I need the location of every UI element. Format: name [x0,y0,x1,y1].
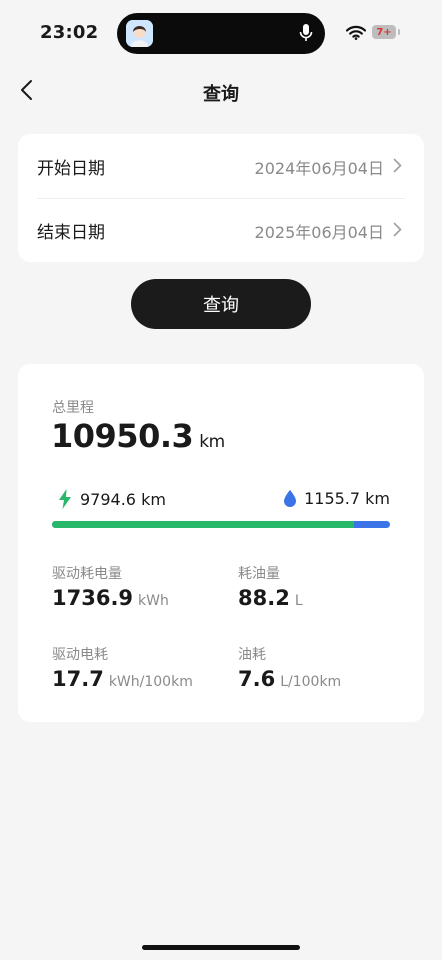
fuel-mileage: 1155.7 km [284,489,390,508]
end-date-value: 2025年06月04日 [254,223,384,242]
start-date-row[interactable]: 开始日期 2024年06月04日 [18,134,424,198]
query-button[interactable]: 查询 [131,279,311,329]
metric-value-line: 17.7 kWh/100km [52,667,193,691]
page-title: 查询 [203,84,239,105]
metric-label: 耗油量 [238,566,280,582]
fuel-drop-icon [284,490,297,507]
metric-unit: kWh [138,593,169,609]
mileage-stats-card: 总里程 10950.3 km 9794.6 km 1155.7 km 驱动耗电量 … [18,364,424,722]
metric-drive-energy: 驱动耗电量 1736.9 kWh [52,563,169,610]
total-mileage-number: 10950.3 [51,417,194,455]
metric-value: 88.2 [238,586,290,610]
battery-icon: 7+ [372,25,396,39]
metric-unit: kWh/100km [108,674,193,690]
date-range-card: 开始日期 2024年06月04日 结束日期 2025年06月04日 [18,134,424,262]
dynamic-island[interactable] [117,13,325,54]
metric-fuel-used: 耗油量 88.2 L [238,563,303,610]
total-mileage-label: 总里程 [52,400,94,416]
lightning-icon [59,489,71,509]
wifi-icon [345,25,367,44]
avatar-icon [126,20,153,47]
microphone-icon [299,23,313,47]
metric-energy-consumption: 驱动电耗 17.7 kWh/100km [52,644,193,691]
mileage-ratio-bar [52,521,390,528]
electric-ratio-fill [52,521,355,528]
metric-fuel-consumption: 油耗 7.6 L/100km [238,644,341,691]
home-indicator[interactable] [142,945,300,950]
total-mileage-value: 10950.3 km [51,417,225,455]
metric-value-line: 88.2 L [238,586,303,610]
metric-label: 油耗 [238,647,266,663]
metric-label: 驱动电耗 [52,647,108,663]
chevron-right-icon [393,158,402,177]
start-date-label: 开始日期 [37,159,105,179]
metric-label: 驱动耗电量 [52,566,122,582]
status-time: 23:02 [40,22,99,43]
metric-value: 1736.9 [52,586,134,610]
chevron-right-icon [393,222,402,241]
total-mileage-unit: km [199,432,225,452]
end-date-label: 结束日期 [37,223,105,243]
fuel-mileage-value: 1155.7 km [304,489,390,508]
metric-value: 7.6 [238,667,276,691]
metric-value: 17.7 [52,667,104,691]
metric-unit: L/100km [280,674,342,690]
metric-value-line: 7.6 L/100km [238,667,341,691]
electric-mileage-value: 9794.6 km [80,489,166,509]
metric-value-line: 1736.9 kWh [52,586,169,610]
end-date-row[interactable]: 结束日期 2025年06月04日 [18,198,424,262]
electric-mileage: 9794.6 km [58,489,166,509]
metric-unit: L [294,593,303,609]
start-date-value: 2024年06月04日 [254,159,384,178]
battery-nub [398,29,400,35]
